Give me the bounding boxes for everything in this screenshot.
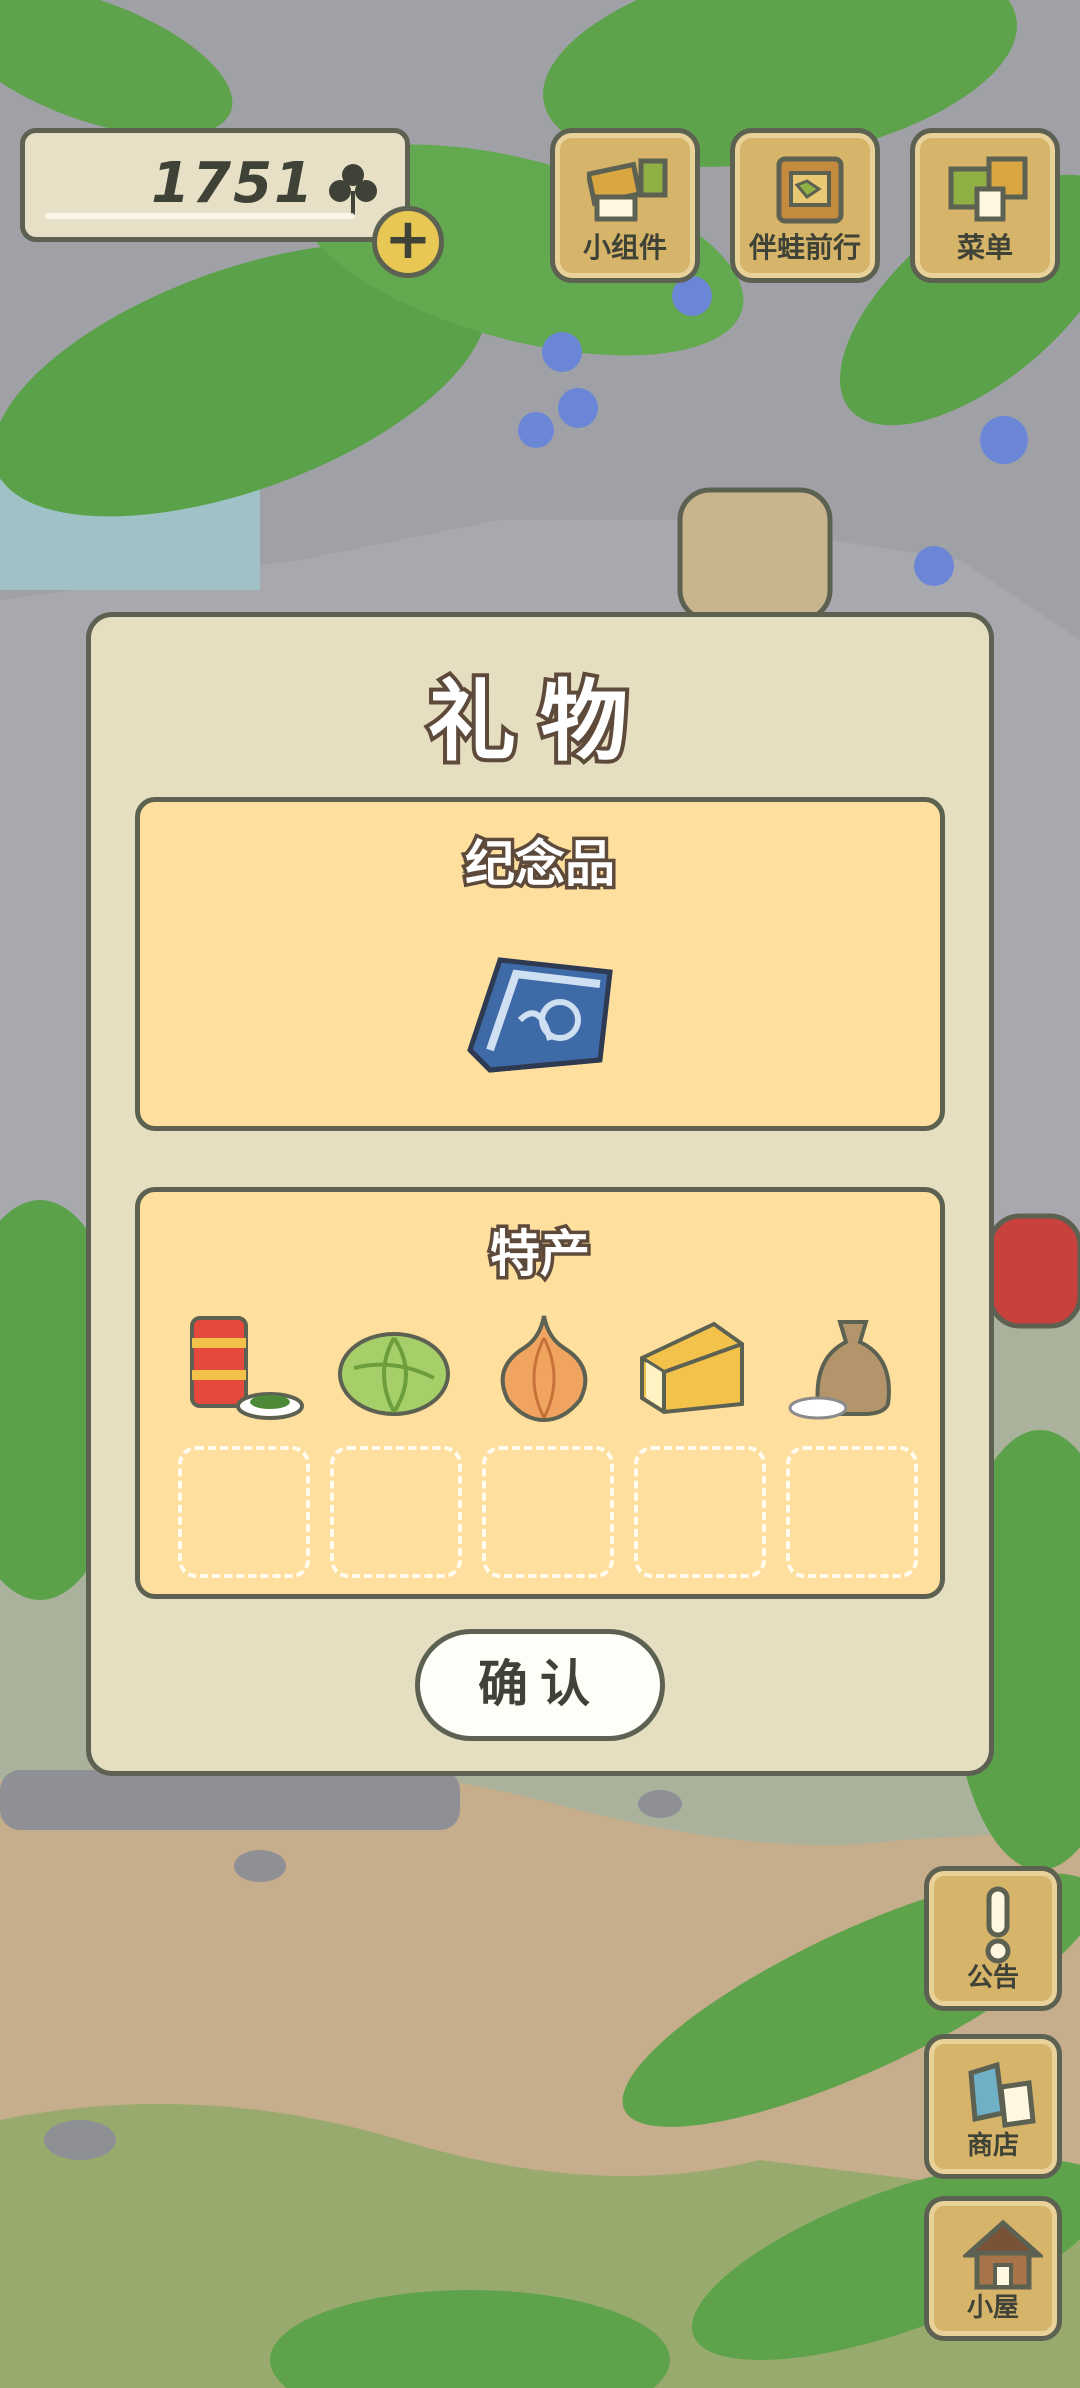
house-icon	[963, 2219, 1043, 2290]
specialty-slot-2[interactable]	[330, 1446, 462, 1578]
journey-book-icon	[776, 156, 844, 224]
folded-cloth-icon[interactable]	[460, 940, 620, 1084]
specialty-slot-1[interactable]	[178, 1446, 310, 1578]
rice-sack-icon[interactable]	[784, 1308, 904, 1428]
house-label: 小屋	[966, 2293, 1019, 2323]
journey-label: 伴蛙前行	[748, 231, 861, 264]
specialty-slot-5[interactable]	[786, 1446, 918, 1578]
clover-icon	[325, 161, 381, 221]
house-button[interactable]: 小屋	[924, 2196, 1062, 2341]
bag-icon	[968, 2061, 1036, 2128]
clover-count: 1751	[151, 151, 315, 216]
confirm-button[interactable]: 确认	[415, 1629, 665, 1741]
exclamation-icon	[985, 1886, 1011, 1964]
clover-counter: 1751	[20, 128, 410, 242]
notice-button[interactable]: 公告	[924, 1866, 1062, 2011]
menu-label: 菜单	[956, 231, 1013, 264]
souvenir-panel: 纪念品	[135, 797, 945, 1131]
specialty-title: 特产	[487, 1222, 594, 1287]
specialty-panel: 特产	[135, 1187, 945, 1599]
notice-label: 公告	[966, 1963, 1019, 1993]
gift-dialog: 礼物 纪念品 特产 确认	[86, 612, 994, 1776]
widget-label: 小组件	[582, 231, 667, 264]
specialty-slot-4[interactable]	[634, 1446, 766, 1578]
menu-button[interactable]: 菜单	[910, 128, 1060, 283]
dialog-title: 礼物	[424, 666, 652, 777]
onion-icon[interactable]	[484, 1308, 604, 1428]
canned-food-icon[interactable]	[184, 1308, 304, 1428]
shop-label: 商店	[966, 2131, 1019, 2161]
shop-button[interactable]: 商店	[924, 2034, 1062, 2179]
widget-button[interactable]: 小组件	[550, 128, 700, 283]
counter-underline	[45, 213, 355, 219]
add-clover-button[interactable]: +	[372, 206, 444, 278]
menu-cards-icon	[948, 156, 1028, 222]
widget-icon	[587, 158, 668, 222]
specialty-slot-3[interactable]	[482, 1446, 614, 1578]
cabbage-icon[interactable]	[334, 1308, 454, 1428]
cheese-icon[interactable]	[634, 1308, 754, 1428]
souvenir-title: 纪念品	[462, 832, 619, 897]
journey-button[interactable]: 伴蛙前行	[730, 128, 880, 283]
